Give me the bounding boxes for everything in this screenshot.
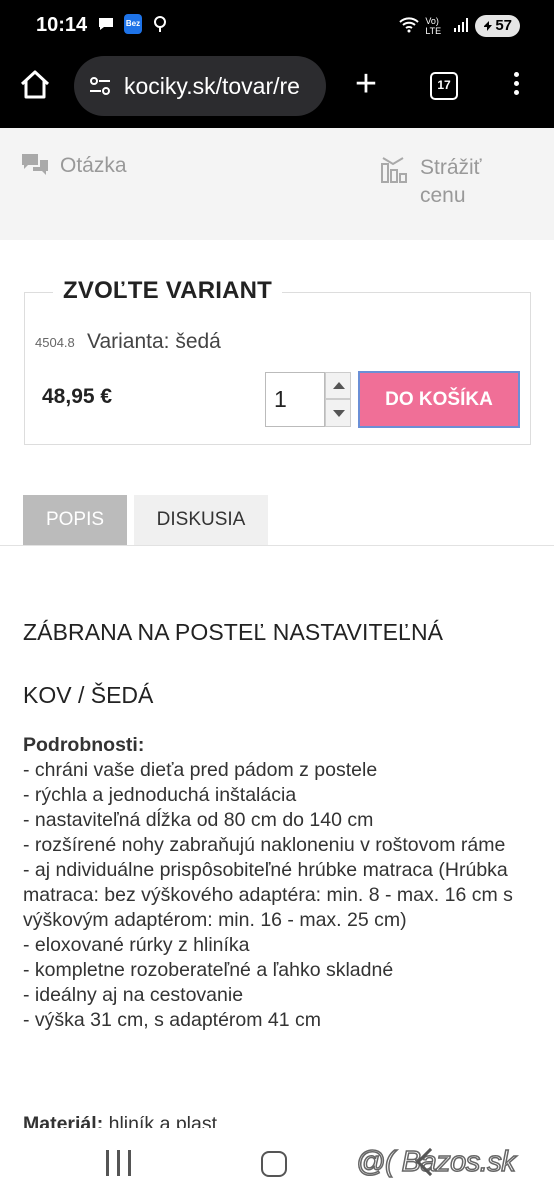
details-line: - kompletne rozoberateľné a ľahko skladn… [23,959,394,981]
status-bar: 10:14 Bez Vo) LTE 57 [0,0,554,52]
app-icon: Bez [124,14,142,34]
status-time: 10:14 [36,14,88,36]
details-line: - eloxované rúrky z hliníka [23,934,250,956]
watch-price-label: Strážiť cenu [420,156,482,207]
chat-icon [22,154,48,175]
browser-toolbar: kociky.sk/tovar/re + 17 [0,52,554,128]
quantity-decrease-button[interactable] [325,399,351,427]
system-nav-bar: @( Bazos.sk [0,1128,554,1200]
tab-popis[interactable]: POPIS [23,495,127,545]
variant-heading: ZVOĽTE VARIANT [53,277,283,305]
new-tab-button[interactable]: + [348,65,384,104]
location-icon [150,14,170,34]
home-icon [20,70,50,99]
chat-bubble-icon [96,14,116,34]
chart-icon [381,157,407,183]
tab-switcher-button[interactable]: 17 [430,72,458,100]
wifi-icon [399,16,420,36]
price: 48,95 € [42,385,113,408]
quantity-increase-button[interactable] [325,372,351,399]
details-line: - nastaviteľná dĺžka od 80 cm do 140 cm [23,809,374,831]
address-bar[interactable]: kociky.sk/tovar/re [74,56,326,116]
battery-icon: 57 [475,15,520,37]
home-button[interactable] [18,68,58,108]
details-line: - rýchla a jednoduchá inštalácia [23,784,297,806]
details-line: - chráni vaše dieťa pred pádom z postele [23,759,378,781]
variant-code: 4504.8 [35,335,75,350]
variant-box: ZVOĽTE VARIANT 4504.8 Varianta: šedá 48,… [24,277,531,445]
system-icons: Vo) LTE 57 [399,15,520,37]
details-line: - ideálny aj na cestovanie [23,984,244,1006]
details-line: - rozšírené nohy zabraňujú nakloneniu v … [23,834,506,856]
product-subtitle: KOV / ŠEDÁ [23,682,154,708]
product-details: Podrobnosti: - chráni vaše dieťa pred pá… [23,733,533,1033]
add-to-cart-button[interactable]: DO KOŠÍKA [358,371,520,428]
notification-icons: Bez [96,14,170,34]
battery-level: 57 [495,17,512,34]
variant-name: Varianta: šedá [87,330,221,353]
details-line: - výška 31 cm, s adaptérom 41 cm [23,1009,322,1031]
tab-diskusia[interactable]: DISKUSIA [134,495,268,545]
details-line: - aj ndividuálne prispôsobiteľné hrúbke … [23,859,513,931]
watch-price-link[interactable]: Strážiť cenu [380,154,500,210]
site-settings-icon[interactable] [88,74,112,98]
product-actions: Otázka Strážiť cenu [0,128,554,240]
quantity-input[interactable]: 1 [265,372,325,427]
more-menu-icon[interactable] [506,68,526,104]
network-label: Vo) LTE [425,16,442,36]
question-label: Otázka [60,154,127,177]
signal-icon [453,17,469,36]
details-heading: Podrobnosti: [23,734,145,756]
url-text[interactable]: kociky.sk/tovar/re [124,73,300,100]
question-link[interactable]: Otázka [20,152,127,180]
recents-button[interactable] [106,1150,134,1176]
home-nav-button[interactable] [261,1151,287,1177]
tabs-divider [0,545,554,546]
product-title: ZÁBRANA NA POSTEĽ NASTAVITEĽNÁ [23,619,444,645]
